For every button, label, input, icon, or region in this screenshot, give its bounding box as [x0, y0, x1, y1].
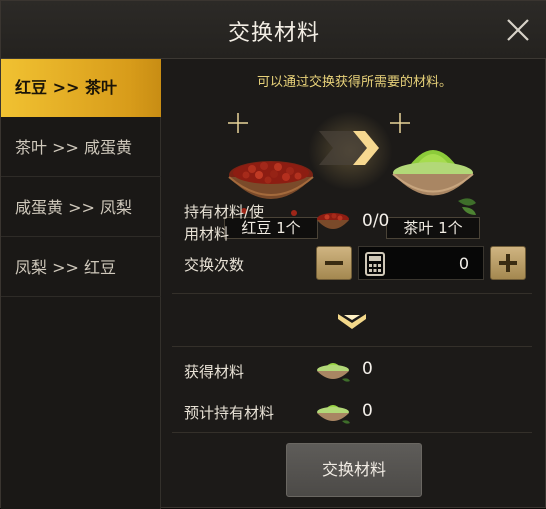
divider — [172, 346, 532, 347]
held-used-label: 持有材料/使用材料 — [184, 203, 265, 243]
close-button[interactable] — [503, 15, 533, 45]
exchange-count-label: 交换次数 — [184, 256, 245, 274]
exchange-button[interactable]: 交换材料 — [286, 443, 422, 497]
exchange-hint: 可以通过交换获得所需要的材料。 — [256, 75, 452, 90]
chevron-down-icon — [338, 314, 366, 329]
held-used-value: 0/0 — [362, 211, 390, 231]
sidebar-item-tea-to-yolk[interactable]: 茶叶 >> 咸蛋黄 — [1, 119, 161, 177]
obtain-material-value: 0 — [362, 359, 373, 379]
target-material-label: 茶叶 1个 — [386, 217, 480, 239]
projected-material-value: 0 — [362, 401, 373, 421]
sidebar-item-redbean-to-tea[interactable]: 红豆 >> 茶叶 — [1, 59, 161, 117]
calculator-icon — [365, 252, 385, 276]
obtain-material-label: 获得材料 — [184, 363, 245, 381]
red-bean-small-icon — [317, 213, 349, 229]
dialog-header: 交换材料 — [1, 1, 546, 59]
matcha-small-icon — [317, 405, 350, 424]
exchange-count-input[interactable]: 0 — [358, 246, 484, 280]
recipe-sidebar: 红豆 >> 茶叶 茶叶 >> 咸蛋黄 咸蛋黄 >> 凤梨 凤梨 >> 红豆 — [1, 59, 161, 509]
close-icon — [507, 19, 529, 41]
matcha-small-icon — [317, 363, 350, 382]
target-material-card: 茶叶 1个 — [386, 109, 480, 247]
sidebar-item-pineapple-to-redbean[interactable]: 凤梨 >> 红豆 — [1, 239, 161, 297]
divider — [172, 432, 532, 433]
divider — [172, 293, 532, 294]
sidebar-item-yolk-to-pineapple[interactable]: 咸蛋黄 >> 凤梨 — [1, 179, 161, 237]
exchange-count-value: 0 — [458, 254, 469, 273]
matcha-bowl-icon — [390, 113, 476, 215]
dialog-title: 交换材料 — [227, 21, 320, 46]
increase-button[interactable] — [490, 246, 526, 280]
exchange-material-dialog: 交换材料 红豆 >> 茶叶 茶叶 >> 咸蛋黄 咸蛋黄 >> 凤梨 凤梨 >> … — [0, 0, 546, 509]
minus-icon — [325, 261, 343, 265]
exchange-panel: 可以通过交换获得所需要的材料。 红豆 1个 茶叶 1个 持有材料/使用材料 0/… — [162, 59, 546, 509]
plus-icon — [499, 254, 517, 272]
exchange-arrow-icon — [319, 131, 379, 165]
decrease-button[interactable] — [316, 246, 352, 280]
projected-material-label: 预计持有材料 — [184, 404, 275, 422]
